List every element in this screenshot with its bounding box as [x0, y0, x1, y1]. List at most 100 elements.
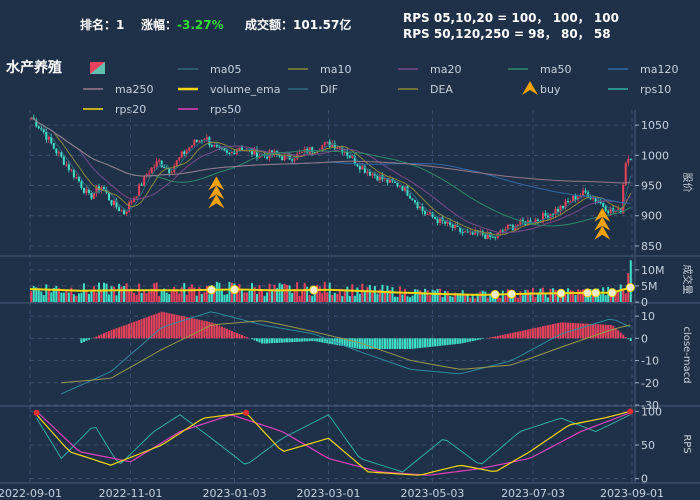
macd-hist-bar	[376, 338, 379, 349]
macd-hist-bar	[100, 334, 103, 339]
y-tick-label: 10M	[641, 264, 665, 277]
volume-bar	[296, 282, 299, 302]
candle	[238, 147, 241, 150]
candle	[346, 151, 349, 156]
candle	[501, 230, 504, 232]
candle	[40, 128, 43, 130]
macd-hist-bar	[511, 332, 514, 339]
y-tick-label: 1050	[641, 119, 669, 132]
volume-bar	[373, 286, 376, 302]
volume-bar	[160, 290, 163, 302]
candle	[108, 192, 111, 201]
volume-bar	[466, 295, 469, 302]
volume-bar	[381, 284, 384, 302]
macd-hist-bar	[313, 338, 316, 342]
volume-bar	[140, 292, 143, 302]
macd-hist-bar	[406, 338, 409, 349]
macd-hist-bar	[577, 323, 580, 339]
volume-marker	[625, 283, 635, 293]
macd-hist-bar	[393, 338, 396, 349]
volume-bar	[256, 293, 259, 302]
volume-bar	[426, 290, 429, 302]
y-tick-label: 0	[641, 332, 648, 345]
macd-hist-bar	[549, 324, 552, 339]
volume-bar	[401, 294, 404, 302]
macd-hist-bar	[356, 338, 359, 349]
macd-hist-bar	[143, 318, 146, 339]
volume-bar	[95, 292, 98, 302]
macd-hist-bar	[466, 338, 469, 343]
volume-bar	[546, 297, 549, 302]
macd-hist-bar	[524, 330, 527, 339]
volume-bar	[386, 285, 389, 302]
candle	[70, 169, 73, 171]
volume-bar	[361, 283, 364, 302]
candle	[62, 156, 65, 165]
macd-hist-bar	[288, 338, 291, 343]
y-tick-label: 50	[641, 439, 655, 452]
candle	[183, 151, 186, 155]
volume-bar	[67, 292, 70, 302]
candle	[190, 145, 193, 148]
macd-hist-bar	[589, 323, 592, 339]
volume-bar	[421, 294, 424, 302]
volume-marker	[490, 290, 500, 300]
candle	[461, 232, 464, 234]
macd-hist-bar	[158, 312, 161, 339]
volume-bar	[348, 296, 351, 302]
volume-bar	[118, 283, 121, 302]
macd-hist-bar	[301, 338, 304, 342]
volume-bar	[449, 296, 452, 302]
candle	[358, 166, 361, 170]
macd-hist-bar	[115, 328, 118, 339]
x-tick-label: 2023-05-03	[400, 487, 464, 500]
macd-hist-bar	[261, 338, 264, 344]
macd-hist-bar	[133, 321, 136, 339]
macd-hist-bar	[130, 322, 133, 339]
legend-label-rps10: rps10	[640, 83, 671, 96]
candle	[77, 177, 80, 182]
candle	[110, 200, 113, 205]
candle	[135, 196, 138, 199]
macd-hist-bar	[85, 338, 88, 341]
volume-bar	[376, 293, 379, 302]
volume-bar	[225, 294, 228, 302]
volume-bar	[353, 295, 356, 302]
volume-bar	[291, 292, 294, 302]
legend-label-ma250: ma250	[115, 83, 153, 96]
volume-bar	[248, 289, 251, 302]
y-tick-label: 1000	[641, 149, 669, 162]
candle	[454, 224, 457, 228]
volume-bar	[301, 289, 304, 302]
macd-hist-bar	[609, 324, 612, 339]
volume-bar	[288, 285, 291, 302]
macd-hist-bar	[213, 323, 216, 339]
macd-hist-bar	[378, 338, 381, 349]
macd-hist-bar	[521, 330, 524, 339]
candle	[228, 152, 231, 154]
macd-hist-bar	[92, 337, 95, 339]
volume-bar	[351, 284, 354, 302]
macd-hist-bar	[318, 338, 321, 343]
volume-bar	[363, 291, 366, 302]
volume-marker	[591, 288, 601, 298]
legend-label-ma10: ma10	[320, 63, 351, 76]
volume-bar	[105, 283, 108, 302]
volume-bar	[40, 291, 43, 302]
candle	[434, 216, 437, 220]
candle	[396, 182, 399, 187]
candle	[484, 234, 487, 239]
macd-hist-bar	[396, 338, 399, 349]
macd-hist-bar	[180, 315, 183, 339]
candle	[464, 231, 467, 233]
macd-hist-bar	[271, 338, 274, 344]
y-tick-label: 0	[641, 296, 648, 309]
macd-hist-bar	[574, 323, 577, 339]
volume-bar	[604, 295, 607, 302]
macd-hist-bar	[163, 312, 166, 339]
candle	[72, 169, 75, 178]
macd-hist-bar	[203, 320, 206, 339]
volume-bar	[341, 295, 344, 302]
legend-label-ma50: ma50	[540, 63, 571, 76]
volume-bar	[403, 288, 406, 302]
